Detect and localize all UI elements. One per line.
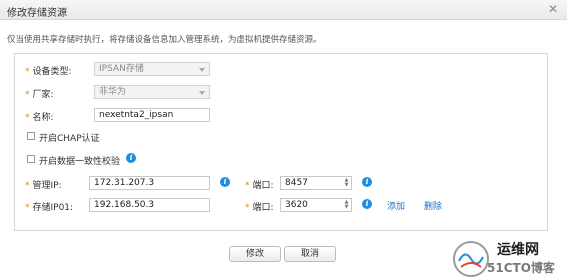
storage-ip-input[interactable] (89, 198, 210, 212)
cancel-button[interactable]: 取消 (284, 246, 336, 262)
mgmt-port-stepper[interactable]: 8457 ▲ ▼ (280, 176, 352, 190)
chevron-down-icon (199, 91, 205, 95)
device-type-label-text: 设备类型: (32, 67, 72, 77)
add-link[interactable]: 添加 (387, 199, 405, 212)
required-mark: * (245, 203, 250, 213)
form-panel: *设备类型: IPSAN存储 *厂家: 非华为 *名称: 开启CHAP认证 开启… (14, 53, 548, 231)
vendor-label-text: 厂家: (32, 90, 54, 100)
info-icon[interactable]: i (362, 199, 372, 209)
storage-port-value: 3620 (285, 200, 308, 210)
chevron-down-icon (199, 68, 205, 72)
mgmt-ip-label-text: 管理IP: (32, 181, 62, 191)
device-type-value: IPSAN存储 (99, 64, 144, 74)
mgmt-ip-input[interactable] (89, 176, 210, 190)
consistency-label: 开启数据一致性校验 (39, 157, 121, 167)
device-type-label: * 设备类型: (25, 64, 72, 77)
watermark-line1: 运维网 (497, 242, 539, 258)
mgmt-ip-label: * 管理IP: (25, 178, 62, 191)
watermark-logo: 运维网 51CTO博客 (447, 237, 565, 279)
storage-port-label-text: 端口: (252, 203, 274, 213)
spinner-arrows-icon[interactable]: ▲ ▼ (343, 200, 350, 211)
info-icon[interactable]: i (126, 153, 136, 163)
dialog-description: 仅当使用共享存储时执行，将存储设备信息加入管理系统，为虚拟机提供存储资源。 (7, 35, 322, 45)
storage-port-stepper[interactable]: 3620 ▲ ▼ (280, 198, 352, 212)
modify-button[interactable]: 修改 (229, 246, 281, 262)
watermark-globe-icon (453, 241, 489, 277)
mgmt-port-value: 8457 (285, 178, 308, 188)
storage-ip-label: * 存储IP01: (25, 200, 73, 213)
chap-checkbox[interactable] (27, 132, 35, 140)
close-icon[interactable]: ✕ (548, 2, 558, 16)
name-label: * 名称: (25, 110, 54, 123)
storage-ip-label-text: 存储IP01: (32, 203, 74, 213)
spinner-arrows-icon[interactable]: ▲ ▼ (343, 178, 350, 189)
info-icon[interactable]: i (220, 177, 230, 187)
vendor-label: * 厂家: (25, 87, 54, 100)
required-mark: * (245, 181, 250, 191)
vendor-value: 非华为 (99, 87, 127, 97)
vendor-select[interactable]: 非华为 (94, 85, 210, 99)
mgmt-port-label-text: 端口: (252, 181, 274, 191)
info-icon[interactable]: i (362, 177, 372, 187)
delete-link[interactable]: 删除 (424, 199, 442, 212)
required-mark: * (25, 67, 30, 77)
watermark-line2: 51CTO博客 (487, 261, 555, 275)
storage-port-label: * 端口: (245, 200, 274, 213)
dialog-titlebar: 修改存储资源 ✕ (0, 0, 567, 20)
name-input[interactable] (94, 108, 210, 122)
name-label-text: 名称: (32, 113, 54, 123)
required-mark: * (25, 181, 30, 191)
chap-label: 开启CHAP认证 (39, 134, 100, 144)
required-mark: * (25, 90, 30, 100)
device-type-select[interactable]: IPSAN存储 (94, 62, 210, 76)
required-mark: * (25, 203, 30, 213)
dialog-title: 修改存储资源 (7, 8, 67, 19)
consistency-checkbox[interactable] (27, 155, 35, 163)
required-mark: * (25, 113, 30, 123)
mgmt-port-label: * 端口: (245, 178, 274, 191)
